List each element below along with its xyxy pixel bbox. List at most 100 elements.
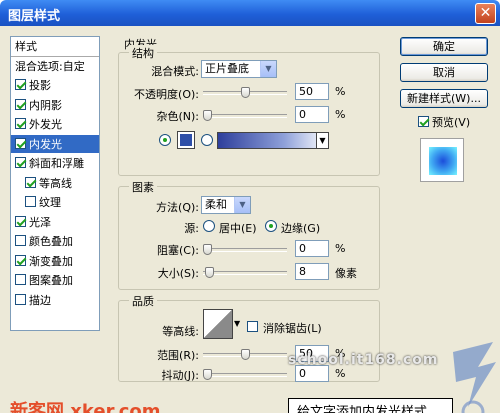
style-list-item-label: 斜面和浮雕 xyxy=(29,157,84,170)
style-list-item-label: 图案叠加 xyxy=(29,274,73,287)
choke-input[interactable]: 0 xyxy=(295,240,329,257)
source-edge-label: 边缘(G) xyxy=(281,222,321,235)
style-list-item-label: 内阴影 xyxy=(29,98,62,112)
style-checkbox[interactable] xyxy=(15,118,26,129)
chevron-down-icon: ▼ xyxy=(234,197,250,213)
style-list-item[interactable]: 光泽 xyxy=(11,213,99,232)
preview-checkbox[interactable] xyxy=(418,116,429,127)
new-style-button[interactable]: 新建样式(W)... xyxy=(400,89,488,108)
anti-alias-checkbox[interactable] xyxy=(247,321,258,332)
style-list-item[interactable]: 内发光 xyxy=(11,134,99,154)
noise-label: 杂色(N): xyxy=(156,110,199,123)
gradient-mode-radio[interactable] xyxy=(201,134,213,146)
jitter-unit: % xyxy=(335,367,346,380)
style-checkbox[interactable] xyxy=(15,293,26,305)
noise-slider[interactable] xyxy=(203,110,287,121)
gradient-picker[interactable]: ▼ xyxy=(217,132,329,149)
chevron-down-icon[interactable]: ▼ xyxy=(234,319,240,328)
style-list-item[interactable]: 内阴影 xyxy=(11,96,99,115)
choke-slider[interactable] xyxy=(203,244,287,255)
site-url-overlay: school.it168.com xyxy=(288,352,439,368)
noise-slider-thumb[interactable] xyxy=(203,110,212,121)
style-list-item[interactable]: 颜色叠加 xyxy=(11,232,99,252)
site-watermark: 新客网 xker.com xyxy=(10,401,161,413)
opacity-input[interactable]: 50 xyxy=(295,83,329,100)
style-checkbox[interactable] xyxy=(15,274,26,285)
chevron-down-icon: ▼ xyxy=(316,133,328,148)
contour-preview[interactable] xyxy=(203,309,233,339)
style-checkbox[interactable] xyxy=(15,235,26,246)
close-button[interactable]: ✕ xyxy=(475,3,496,24)
blend-mode-select[interactable]: 正片叠底 ▼ xyxy=(201,60,277,78)
style-list-item-label: 混合选项:自定 xyxy=(15,59,85,73)
style-checkbox[interactable] xyxy=(25,196,36,207)
style-checkbox[interactable] xyxy=(25,176,36,188)
style-checkbox[interactable] xyxy=(15,137,26,149)
quality-group: 品质 等高线: ▼ 消除锯齿(L) 范围(R): 50 % 抖动(J): 0 % xyxy=(118,293,380,382)
title-bar: 图层样式 ✕ xyxy=(0,0,500,26)
style-list-item-label: 外发光 xyxy=(29,118,62,131)
cancel-button[interactable]: 取消 xyxy=(400,63,488,82)
jitter-slider[interactable] xyxy=(203,369,287,380)
blend-mode-value: 正片叠底 xyxy=(205,62,249,75)
elements-title: 图素 xyxy=(129,179,157,195)
noise-unit: % xyxy=(335,108,346,121)
source-center-radio[interactable] xyxy=(203,220,215,232)
jitter-slider-thumb[interactable] xyxy=(203,369,212,380)
glow-color-swatch[interactable] xyxy=(177,131,195,149)
size-input[interactable]: 8 xyxy=(295,263,329,280)
jitter-label: 抖动(J): xyxy=(161,369,199,382)
style-list-item[interactable]: 混合选项:自定 xyxy=(11,57,99,76)
contour-label: 等高线: xyxy=(162,325,199,338)
style-list-item[interactable]: 渐变叠加 xyxy=(11,252,99,271)
opacity-unit: % xyxy=(335,85,346,98)
preview-label: 预览(V) xyxy=(432,116,471,129)
source-edge-radio[interactable] xyxy=(265,220,277,232)
style-checkbox[interactable] xyxy=(15,98,26,110)
range-slider[interactable] xyxy=(203,349,287,360)
technique-select[interactable]: 柔和 ▼ xyxy=(201,196,251,214)
opacity-slider[interactable] xyxy=(203,87,287,98)
style-list-item-label: 内发光 xyxy=(29,137,62,151)
style-checkbox[interactable] xyxy=(15,157,26,168)
opacity-label: 不透明度(O): xyxy=(134,88,199,101)
inner-glow-panel: 内发光 结构 混合模式: 正片叠底 ▼ 不透明度(O): 50 % 杂色(N):… xyxy=(112,36,384,382)
style-checkbox[interactable] xyxy=(15,79,26,90)
style-list-item[interactable]: 斜面和浮雕 xyxy=(11,154,99,174)
style-list-item[interactable]: 投影 xyxy=(11,76,99,96)
style-list: 样式 混合选项:自定投影内阴影外发光内发光斜面和浮雕等高线纹理光泽颜色叠加渐变叠… xyxy=(10,36,100,331)
noise-input[interactable]: 0 xyxy=(295,106,329,123)
structure-title: 结构 xyxy=(129,45,157,61)
chevron-down-icon: ▼ xyxy=(260,61,276,77)
preview-toggle[interactable]: 预览(V) xyxy=(418,114,470,130)
anti-alias-label: 消除锯齿(L) xyxy=(263,322,322,335)
style-list-header[interactable]: 样式 xyxy=(11,37,99,57)
style-checkbox[interactable] xyxy=(15,215,26,227)
choke-slider-thumb[interactable] xyxy=(203,244,212,255)
technique-label: 方法(Q): xyxy=(156,201,199,214)
range-slider-thumb[interactable] xyxy=(240,349,250,360)
style-list-item[interactable]: 等高线 xyxy=(11,174,99,193)
technique-value: 柔和 xyxy=(205,198,227,211)
choke-unit: % xyxy=(335,242,346,255)
blend-mode-label: 混合模式: xyxy=(151,65,199,78)
style-list-item[interactable]: 描边 xyxy=(11,291,99,310)
style-checkbox[interactable] xyxy=(15,254,26,266)
style-list-item-label: 描边 xyxy=(29,293,51,307)
size-label: 大小(S): xyxy=(157,267,199,280)
style-list-item-label: 光泽 xyxy=(29,215,51,229)
style-list-item-label: 投影 xyxy=(29,79,51,92)
site-logo-icon xyxy=(453,342,496,413)
style-list-item-label: 颜色叠加 xyxy=(29,235,73,248)
style-list-item[interactable]: 外发光 xyxy=(11,115,99,135)
ok-button[interactable]: 确定 xyxy=(400,37,488,56)
style-list-item-label: 纹理 xyxy=(39,196,61,209)
size-slider[interactable] xyxy=(203,267,287,278)
color-mode-radio[interactable] xyxy=(159,134,171,146)
style-list-item[interactable]: 纹理 xyxy=(11,193,99,213)
style-list-item[interactable]: 图案叠加 xyxy=(11,271,99,291)
opacity-slider-thumb[interactable] xyxy=(240,87,250,98)
quality-title: 品质 xyxy=(129,293,157,309)
size-slider-thumb[interactable] xyxy=(205,267,215,278)
source-center-label: 居中(E) xyxy=(219,222,257,235)
